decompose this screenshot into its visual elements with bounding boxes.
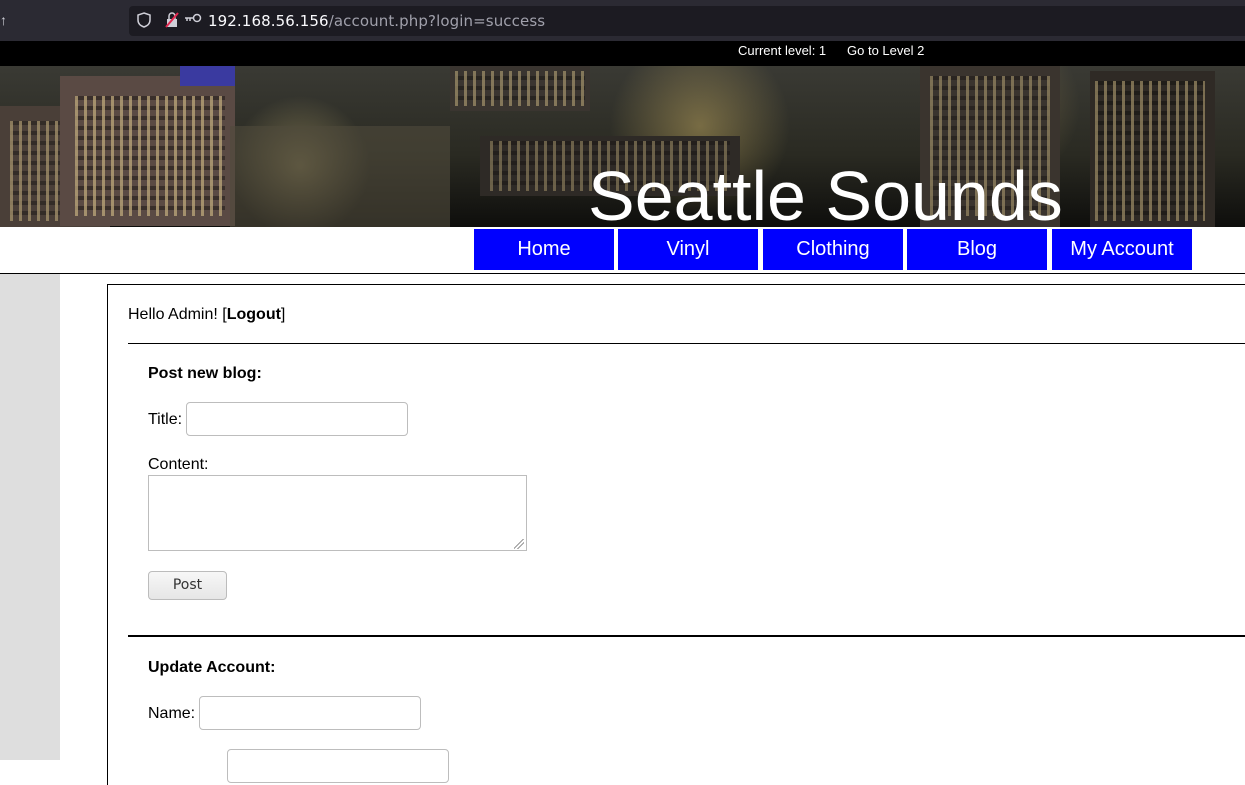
url-host: 192.168.56.156: [208, 12, 329, 30]
update-account-heading: Update Account:: [148, 659, 276, 676]
url-text[interactable]: 192.168.56.156/account.php?login=success: [208, 12, 545, 30]
content-label: Content:: [148, 456, 209, 473]
blog-title-input[interactable]: [186, 402, 408, 436]
left-sidebar: [0, 274, 60, 760]
address-bar[interactable]: 192.168.56.156/account.php?login=success: [129, 6, 1245, 36]
greeting-line: Hello Admin! [Logout]: [128, 306, 285, 324]
building-windows: [1095, 81, 1205, 221]
building-windows: [75, 96, 225, 216]
blog-content-textarea[interactable]: [148, 475, 527, 551]
post-button[interactable]: Post: [148, 571, 227, 600]
back-arrow-icon[interactable]: ↑: [0, 12, 7, 28]
building-windows: [455, 71, 585, 106]
shield-icon[interactable]: [137, 12, 151, 31]
browser-toolbar: ↑ 192.168.56.156/account.php?login=succe…: [0, 0, 1245, 41]
content-textarea-wrap: [148, 475, 527, 551]
next-field-input[interactable]: [227, 749, 449, 783]
greeting-text: Hello Admin! [: [128, 306, 227, 323]
divider: [128, 635, 1245, 637]
level-bar: Current level: 1 Go to Level 2: [0, 41, 1245, 66]
site-title: Seattle Sounds: [588, 157, 1063, 227]
go-to-level-link[interactable]: Go to Level 2: [847, 43, 924, 58]
key-icon[interactable]: [184, 12, 202, 27]
nav-clothing[interactable]: Clothing: [763, 229, 903, 270]
main-nav: Home Vinyl Clothing Blog My Account: [0, 227, 1245, 274]
insecure-lock-icon[interactable]: [165, 12, 179, 31]
building-roof: [180, 66, 235, 86]
url-path: /account.php?login=success: [328, 12, 546, 30]
name-input[interactable]: [199, 696, 421, 730]
title-label: Title:: [148, 411, 183, 428]
divider: [128, 343, 1245, 344]
greeting-end: ]: [280, 306, 286, 323]
nav-home[interactable]: Home: [474, 229, 614, 270]
street-area: [230, 126, 450, 227]
resize-grip-icon[interactable]: [514, 539, 524, 549]
nav-blog[interactable]: Blog: [907, 229, 1047, 270]
current-level-text: Current level: 1: [738, 43, 827, 58]
header-banner: Seattle Sounds: [0, 66, 1245, 227]
nav-vinyl[interactable]: Vinyl: [618, 229, 758, 270]
name-label: Name:: [148, 705, 196, 722]
account-panel: Hello Admin! [Logout] Post new blog: Tit…: [107, 284, 1245, 785]
nav-my-account[interactable]: My Account: [1052, 229, 1192, 270]
post-blog-heading: Post new blog:: [148, 365, 262, 382]
logout-link[interactable]: Logout: [227, 306, 281, 323]
